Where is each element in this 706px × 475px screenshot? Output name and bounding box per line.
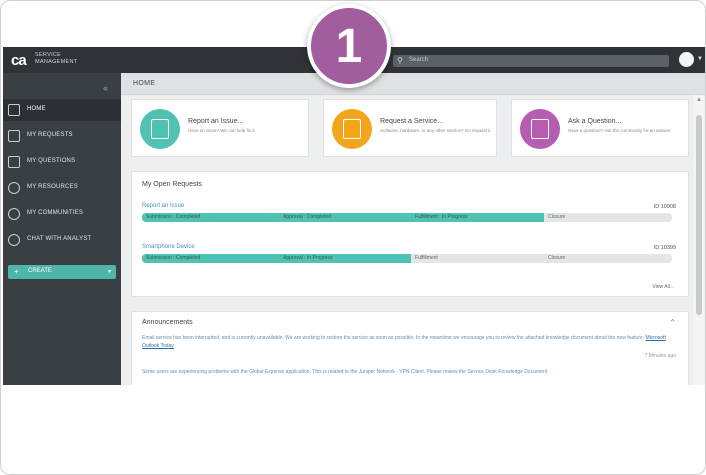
sidebar-item-label: HOME xyxy=(27,106,46,112)
screenshot-frame: ca SERVICE MANAGEMENT ⚲ Search ▼ « HOME … xyxy=(0,0,706,475)
sidebar-item-label: MY QUESTIONS xyxy=(27,158,76,164)
tile-subtitle: Have an issue? We can help fix it. xyxy=(188,128,256,133)
create-button[interactable]: + CREATE ▾ xyxy=(8,265,116,279)
tile-title: Request a Service... xyxy=(380,118,444,125)
home-icon xyxy=(8,104,20,116)
request-progress-bar: Submission : Completed Approval : In Pro… xyxy=(142,254,672,263)
collapse-sidebar-icon[interactable]: « xyxy=(103,83,108,93)
product-name-line1: SERVICE xyxy=(35,52,62,58)
sidebar-item-my-requests[interactable]: MY REQUESTS xyxy=(3,125,121,147)
search-input[interactable]: ⚲ Search xyxy=(393,55,669,67)
stage-segment: Closure xyxy=(544,213,672,222)
announcement-body: Email service has been interrupted, and … xyxy=(142,335,545,341)
request-progress-bar: Submission : Completed Approval : Comple… xyxy=(142,213,672,222)
questions-icon xyxy=(8,156,20,168)
stage-segment: Closure xyxy=(544,254,672,263)
report-issue-icon xyxy=(140,109,180,149)
announcement-text: Email service has been interrupted, and … xyxy=(142,334,682,350)
ask-question-tile[interactable]: Ask a Question... Have a question? Ask t… xyxy=(511,99,689,157)
scroll-up-icon[interactable]: ▲ xyxy=(696,97,702,103)
sidebar-item-my-communities[interactable]: MY COMMUNITIES xyxy=(3,203,121,225)
open-requests-card: My Open Requests Report an Issue ID:1090… xyxy=(131,171,689,297)
product-name: SERVICE MANAGEMENT xyxy=(35,52,77,66)
communities-icon xyxy=(8,208,20,220)
tile-title: Ask a Question... xyxy=(568,118,622,125)
announcement-text: Some users are experiencing problems wit… xyxy=(142,369,548,375)
sidebar-item-my-questions[interactable]: MY QUESTIONS xyxy=(3,151,121,173)
sidebar-item-label: MY COMMUNITIES xyxy=(27,210,84,216)
sidebar-item-label: MY REQUESTS xyxy=(27,132,73,138)
sidebar: « HOME MY REQUESTS MY QUESTIONS MY RESOU… xyxy=(3,73,121,385)
tile-title: Report an Issue... xyxy=(188,118,244,125)
request-service-tile[interactable]: Request a Service... Software, hardware,… xyxy=(323,99,497,157)
announcement-time: 7 Minutes ago xyxy=(644,353,676,359)
main-content: Report an Issue... Have an issue? We can… xyxy=(121,95,693,385)
tile-subtitle: Have a question? Ask the community for a… xyxy=(568,128,672,133)
ca-logo: ca xyxy=(11,52,27,69)
avatar[interactable] xyxy=(679,52,694,67)
chevron-down-icon: ▾ xyxy=(107,269,111,275)
app-window: ca SERVICE MANAGEMENT ⚲ Search ▼ « HOME … xyxy=(3,47,705,385)
sidebar-item-my-resources[interactable]: MY RESOURCES xyxy=(3,177,121,199)
sidebar-item-chat-with-analyst[interactable]: CHAT WITH ANALYST xyxy=(3,229,121,251)
sidebar-item-label: MY RESOURCES xyxy=(27,184,78,190)
sidebar-item-home[interactable]: HOME xyxy=(3,99,121,121)
announcements-heading: Announcements xyxy=(142,319,193,326)
tile-subtitle: Software, hardware, or any other service… xyxy=(380,128,492,133)
ask-question-icon xyxy=(520,109,560,149)
plus-icon: + xyxy=(14,267,19,276)
scrollbar[interactable]: ▲ xyxy=(693,95,705,385)
stage-segment: Submission : Completed xyxy=(142,213,279,222)
request-link[interactable]: Report an Issue xyxy=(142,203,184,209)
request-service-icon xyxy=(332,109,372,149)
chat-icon xyxy=(8,234,20,246)
resources-icon xyxy=(8,182,20,194)
create-label: CREATE xyxy=(28,268,52,274)
view-all-link[interactable]: View All... xyxy=(652,284,674,290)
stage-segment: Submission : Completed xyxy=(142,254,279,263)
request-link[interactable]: Smartphone Device xyxy=(142,244,195,250)
scrollbar-thumb[interactable] xyxy=(696,115,702,315)
stage-segment: Approval : In Progress xyxy=(279,254,411,263)
chevron-down-icon[interactable]: ▼ xyxy=(697,56,703,62)
chevron-up-icon[interactable]: ⌃ xyxy=(669,318,676,327)
requests-icon xyxy=(8,130,20,142)
search-icon: ⚲ xyxy=(397,56,403,65)
announcement-body-2: knowledge document about the new feature… xyxy=(545,335,645,341)
stage-segment: Fulfillment xyxy=(411,254,544,263)
search-placeholder: Search xyxy=(409,57,429,63)
request-id: ID:10399 xyxy=(653,245,676,251)
report-issue-tile[interactable]: Report an Issue... Have an issue? We can… xyxy=(131,99,309,157)
stage-segment: Fulfillment : In Progress xyxy=(411,213,544,222)
request-id: ID:10908 xyxy=(653,204,676,210)
announcements-card: Announcements ⌃ Email service has been i… xyxy=(131,311,689,385)
page-header: HOME xyxy=(121,73,705,95)
page-title: HOME xyxy=(133,80,156,87)
step-badge: 1 xyxy=(307,4,391,88)
product-name-line2: MANAGEMENT xyxy=(35,59,78,65)
step-number: 1 xyxy=(335,20,363,73)
sidebar-item-label: CHAT WITH ANALYST xyxy=(27,236,92,242)
stage-segment: Approval : Completed xyxy=(279,213,411,222)
open-requests-heading: My Open Requests xyxy=(142,181,202,188)
